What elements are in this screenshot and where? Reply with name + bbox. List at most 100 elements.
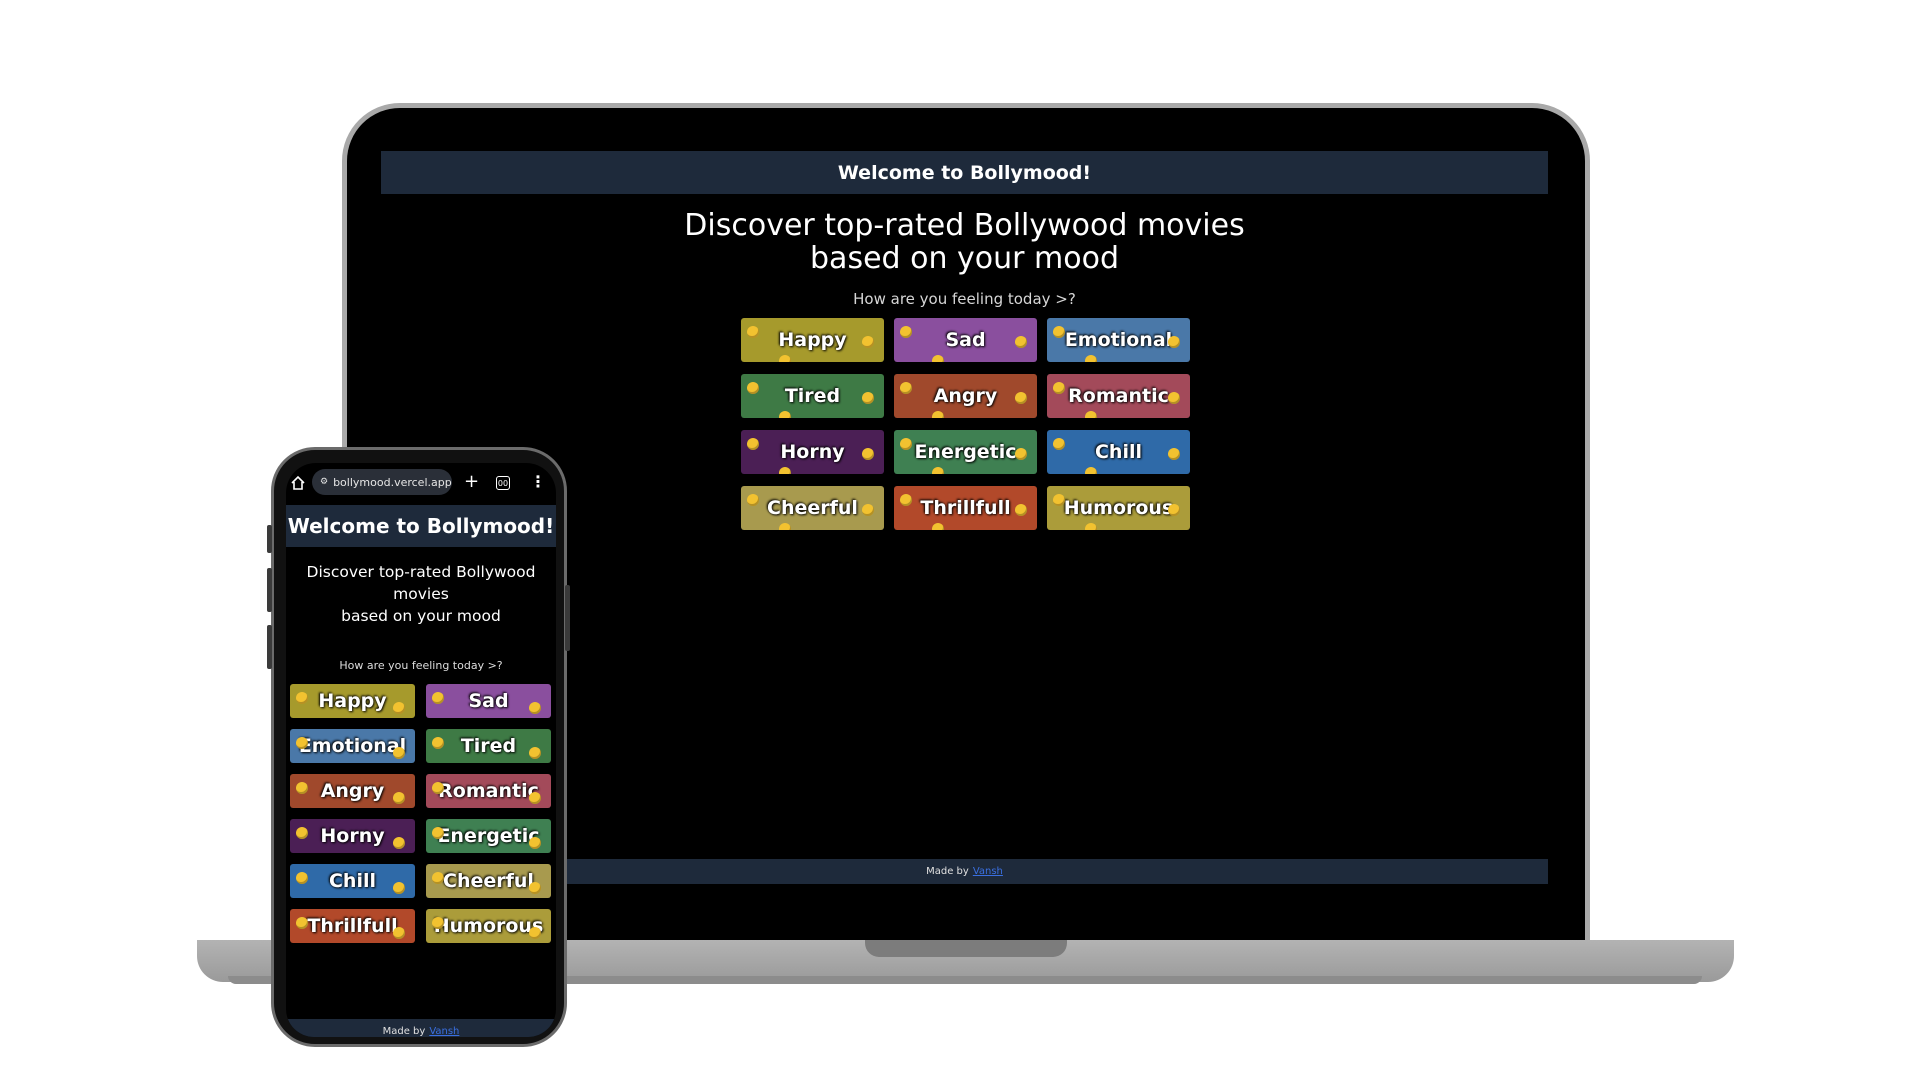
mood-button-horny[interactable]: Horny — [290, 819, 415, 853]
mood-button-energetic[interactable]: Energetic — [426, 819, 551, 853]
mood-button-chill[interactable]: Chill — [1047, 430, 1190, 474]
emoji-icon — [393, 927, 405, 939]
footer-author-link[interactable]: Vansh — [973, 866, 1003, 877]
emoji-icon — [862, 392, 874, 404]
mood-label: Humorous — [1063, 497, 1174, 519]
mood-label: Horny — [780, 441, 845, 463]
mood-prompt: How are you feeling today >? — [339, 659, 503, 672]
mood-button-thrillfull[interactable]: Thrillfull — [894, 486, 1037, 530]
mood-grid: Happy Sad Emotional Tired Angry Romantic… — [290, 684, 552, 943]
footer-author-link[interactable]: Vansh — [429, 1026, 459, 1037]
mood-label: Happy — [778, 329, 847, 351]
site-title: Welcome to Bollymood! — [287, 514, 555, 538]
heading-line-2: based on your mood — [341, 607, 501, 625]
phone-power-button — [565, 585, 570, 651]
mood-button-tired[interactable]: Tired — [741, 374, 884, 418]
footer-text: Made by — [926, 866, 969, 877]
mood-label: Angry — [933, 385, 998, 407]
site-settings-icon[interactable]: ⚙ — [320, 477, 328, 487]
mood-prompt: How are you feeling today >? — [853, 290, 1076, 308]
mood-button-energetic[interactable]: Energetic — [894, 430, 1037, 474]
phone-side-button — [267, 568, 272, 612]
emoji-icon — [747, 494, 759, 506]
emoji-icon — [862, 448, 874, 460]
mood-label: Energetic — [437, 825, 540, 847]
mood-button-emotional[interactable]: Emotional — [1047, 318, 1190, 362]
emoji-icon — [432, 872, 444, 884]
emoji-icon — [1053, 382, 1065, 394]
mood-label: Energetic — [914, 441, 1017, 463]
site-header: Welcome to Bollymood! — [381, 151, 1548, 194]
emoji-icon — [296, 737, 308, 749]
page-heading: Discover top-rated Bollywood movies base… — [296, 561, 546, 627]
more-menu-icon[interactable]: ⋮ — [530, 472, 546, 491]
emoji-icon — [932, 355, 944, 362]
emoji-icon — [1015, 336, 1027, 348]
mood-button-thrillfull[interactable]: Thrillfull — [290, 909, 415, 943]
mood-label: Sad — [468, 690, 509, 712]
mood-button-horny[interactable]: Horny — [741, 430, 884, 474]
mood-button-happy[interactable]: Happy — [741, 318, 884, 362]
emoji-icon — [1168, 336, 1180, 348]
mood-button-sad[interactable]: Sad — [894, 318, 1037, 362]
emoji-icon — [432, 692, 444, 704]
mood-label: Romantic — [1068, 385, 1169, 407]
emoji-icon — [296, 827, 308, 839]
emoji-icon — [1053, 438, 1065, 450]
emoji-icon — [932, 523, 944, 530]
mood-label: Thrillfull — [307, 915, 398, 937]
mood-label: Cheerful — [443, 870, 534, 892]
heading-line-2: based on your mood — [810, 241, 1119, 276]
address-bar[interactable]: ⚙ bollymood.vercel.app — [312, 469, 452, 495]
emoji-icon — [432, 827, 444, 839]
mood-button-humorous[interactable]: Humorous — [1047, 486, 1190, 530]
emoji-icon — [1085, 355, 1097, 362]
emoji-icon — [529, 792, 541, 804]
mood-button-emotional[interactable]: Emotional — [290, 729, 415, 763]
mood-button-angry[interactable]: Angry — [290, 774, 415, 808]
emoji-icon — [393, 882, 405, 894]
mood-label: Happy — [318, 690, 387, 712]
emoji-icon — [1053, 326, 1065, 338]
url-text: bollymood.vercel.app — [333, 475, 452, 489]
emoji-icon — [529, 927, 541, 939]
mood-button-sad[interactable]: Sad — [426, 684, 551, 718]
emoji-icon — [529, 702, 541, 714]
laptop-notch — [865, 940, 1067, 957]
emoji-icon — [779, 523, 791, 530]
tab-switcher-icon[interactable]: 00 — [496, 476, 510, 490]
emoji-icon — [779, 411, 791, 418]
emoji-icon — [900, 326, 912, 338]
emoji-icon — [296, 872, 308, 884]
emoji-icon — [432, 917, 444, 929]
mood-button-tired[interactable]: Tired — [426, 729, 551, 763]
emoji-icon — [1168, 448, 1180, 460]
emoji-icon — [747, 326, 759, 338]
mood-button-humorous[interactable]: Humorous — [426, 909, 551, 943]
new-tab-icon[interactable]: + — [464, 471, 479, 492]
emoji-icon — [296, 917, 308, 929]
mood-button-angry[interactable]: Angry — [894, 374, 1037, 418]
mood-button-cheerful[interactable]: Cheerful — [741, 486, 884, 530]
emoji-icon — [862, 336, 874, 348]
emoji-icon — [1168, 504, 1180, 516]
mood-button-happy[interactable]: Happy — [290, 684, 415, 718]
browser-toolbar: ⚙ bollymood.vercel.app + 00 ⋮ — [286, 463, 556, 503]
mood-label: Chill — [328, 870, 376, 892]
emoji-icon — [900, 438, 912, 450]
mood-button-romantic[interactable]: Romantic — [1047, 374, 1190, 418]
mood-label: Thrillfull — [920, 497, 1011, 519]
emoji-icon — [1085, 411, 1097, 418]
emoji-icon — [932, 411, 944, 418]
emoji-icon — [432, 737, 444, 749]
emoji-icon — [1015, 392, 1027, 404]
mood-label: Emotional — [1064, 329, 1173, 351]
mood-button-romantic[interactable]: Romantic — [426, 774, 551, 808]
site-title: Welcome to Bollymood! — [837, 161, 1092, 184]
mood-button-cheerful[interactable]: Cheerful — [426, 864, 551, 898]
mood-button-chill[interactable]: Chill — [290, 864, 415, 898]
home-icon[interactable] — [290, 475, 306, 491]
emoji-icon — [900, 494, 912, 506]
phone-side-button — [267, 525, 272, 553]
phone-screen: ⚙ bollymood.vercel.app + 00 ⋮ Welcome to… — [286, 463, 556, 1037]
